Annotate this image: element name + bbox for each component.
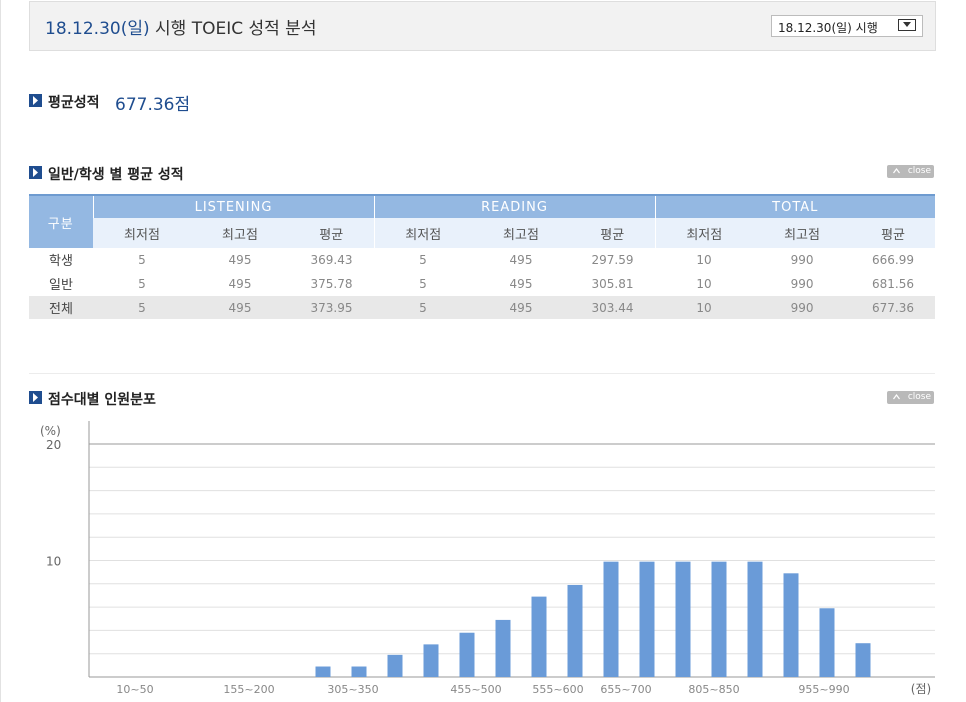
total-header: TOTAL bbox=[654, 194, 936, 218]
table-row-general: 일반 5 495 375.78 5 495 305.81 10 990 681.… bbox=[29, 271, 936, 296]
bar bbox=[711, 561, 727, 677]
bar bbox=[459, 632, 475, 677]
cell: 297.59 bbox=[570, 248, 656, 272]
x-tick-label: 955~990 bbox=[798, 683, 849, 696]
bar bbox=[423, 644, 439, 677]
listening-header: LISTENING bbox=[92, 194, 374, 218]
close-label: close bbox=[907, 166, 931, 176]
bar bbox=[315, 666, 331, 677]
chevron-up-icon bbox=[893, 394, 900, 400]
cell: 5 bbox=[93, 295, 191, 320]
chart-section-title: 점수대별 인원분포 bbox=[48, 392, 156, 408]
bar bbox=[567, 584, 583, 677]
cell: 495 bbox=[191, 295, 289, 320]
row-label: 전체 bbox=[29, 295, 93, 320]
col-avg: 평균 bbox=[289, 218, 374, 248]
bar bbox=[603, 561, 619, 677]
average-score-value: 677.36점 bbox=[115, 95, 191, 115]
table-section-title: 일반/학생 별 평균 성적 bbox=[48, 167, 184, 183]
x-tick-label: 155~200 bbox=[223, 683, 274, 696]
cell: 495 bbox=[472, 295, 570, 320]
y-axis-unit: (%) bbox=[40, 424, 61, 438]
col-min: 최저점 bbox=[93, 218, 191, 248]
cell: 677.36 bbox=[851, 295, 936, 320]
cell: 990 bbox=[753, 248, 852, 272]
bar bbox=[819, 608, 835, 677]
x-tick-label: 805~850 bbox=[688, 683, 739, 696]
cell: 375.78 bbox=[289, 271, 374, 296]
table-row-total: 전체 5 495 373.95 5 495 303.44 10 990 677.… bbox=[29, 295, 936, 320]
bar bbox=[855, 643, 871, 677]
cell: 5 bbox=[93, 271, 191, 296]
bar bbox=[747, 561, 763, 677]
cell: 10 bbox=[655, 271, 754, 296]
col-max: 최고점 bbox=[753, 218, 852, 248]
cell: 495 bbox=[472, 271, 570, 296]
col-max: 최고점 bbox=[472, 218, 570, 248]
chart-close-button[interactable]: close bbox=[887, 391, 934, 404]
title-text: 시행 TOEIC 성적 분석 bbox=[149, 19, 317, 39]
cell: 5 bbox=[93, 248, 191, 272]
bar bbox=[387, 654, 403, 677]
chevron-up-icon bbox=[893, 168, 900, 174]
page-title: 18.12.30(일) 시행 TOEIC 성적 분석 bbox=[45, 14, 316, 39]
exam-select-value: 18.12.30(일) 시행 bbox=[778, 21, 878, 35]
bar bbox=[639, 561, 655, 677]
cell: 305.81 bbox=[570, 271, 656, 296]
x-tick-label: 10~50 bbox=[116, 683, 153, 696]
page-header: 18.12.30(일) 시행 TOEIC 성적 분석 18.12.30(일) 시… bbox=[29, 1, 936, 51]
col-min: 최저점 bbox=[373, 218, 472, 248]
cell: 990 bbox=[753, 295, 852, 320]
bar bbox=[495, 619, 511, 677]
cell: 10 bbox=[655, 248, 754, 272]
cell: 5 bbox=[374, 271, 472, 296]
y-tick-label: 10 bbox=[46, 555, 61, 569]
cell: 5 bbox=[374, 295, 472, 320]
bar bbox=[531, 596, 547, 677]
col-max: 최고점 bbox=[191, 218, 289, 248]
table-close-button[interactable]: close bbox=[887, 165, 934, 178]
x-tick-label: 555~600 bbox=[532, 683, 583, 696]
cell: 369.43 bbox=[289, 248, 374, 272]
bar bbox=[675, 561, 691, 677]
average-score-label: 평균성적 bbox=[48, 95, 100, 111]
col-avg: 평균 bbox=[851, 218, 936, 248]
cell: 990 bbox=[753, 271, 852, 296]
col-avg: 평균 bbox=[570, 218, 656, 248]
arrow-right-icon bbox=[29, 166, 42, 179]
cell: 373.95 bbox=[289, 295, 374, 320]
reading-header: READING bbox=[373, 194, 656, 218]
arrow-right-icon bbox=[29, 94, 42, 107]
exam-date-select[interactable]: 18.12.30(일) 시행 bbox=[771, 15, 923, 37]
cell: 495 bbox=[472, 248, 570, 272]
chevron-down-icon[interactable] bbox=[898, 19, 916, 31]
table-row-student: 학생 5 495 369.43 5 495 297.59 10 990 666.… bbox=[29, 248, 936, 272]
x-tick-label: 655~700 bbox=[600, 683, 651, 696]
x-tick-label: 455~500 bbox=[450, 683, 501, 696]
cell: 495 bbox=[191, 248, 289, 272]
y-tick-label: 20 bbox=[46, 438, 61, 452]
cell: 10 bbox=[655, 295, 754, 320]
exam-date: 18.12.30(일) bbox=[45, 19, 150, 39]
cell: 666.99 bbox=[851, 248, 936, 272]
row-label: 학생 bbox=[29, 248, 93, 272]
x-axis-unit: (점) bbox=[911, 682, 931, 696]
cell: 681.56 bbox=[851, 271, 936, 296]
close-label: close bbox=[907, 392, 931, 402]
score-distribution-chart: (%)20 10 10~50 155~200 305~350 455~500 555~600… bbox=[40, 421, 935, 696]
bar bbox=[783, 573, 799, 677]
cell: 495 bbox=[191, 271, 289, 296]
x-tick-label: 305~350 bbox=[327, 683, 378, 696]
col-min: 최저점 bbox=[654, 218, 754, 248]
section-divider bbox=[29, 373, 935, 374]
gubun-header: 구분 bbox=[29, 194, 93, 248]
bar bbox=[351, 666, 367, 677]
cell: 5 bbox=[374, 248, 472, 272]
arrow-right-icon bbox=[29, 391, 42, 404]
score-table: 구분 LISTENING READING TOTAL 최저점 최고점 평균 최저… bbox=[29, 194, 936, 320]
row-label: 일반 bbox=[29, 271, 93, 296]
cell: 303.44 bbox=[570, 295, 656, 320]
